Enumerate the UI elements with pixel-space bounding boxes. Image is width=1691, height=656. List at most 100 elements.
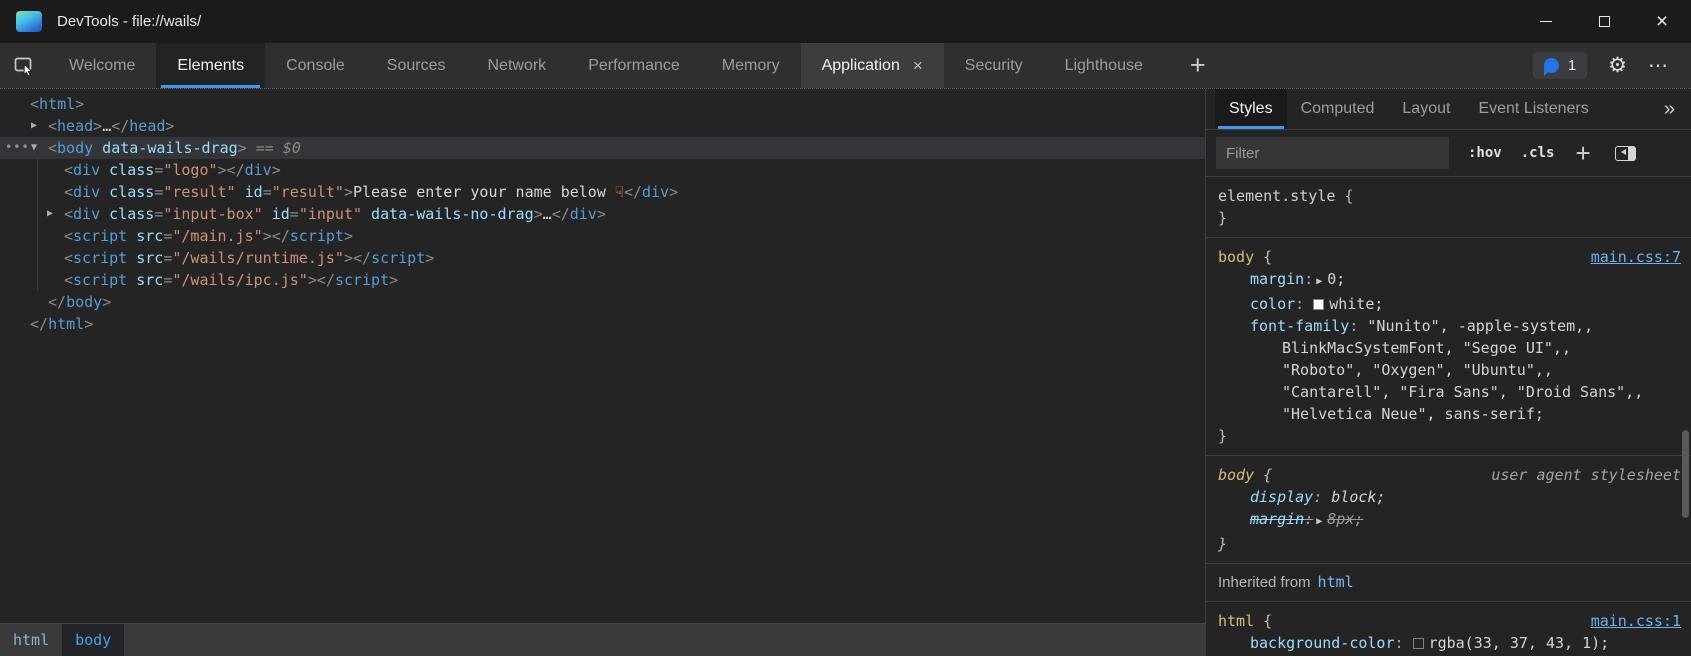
css-property[interactable]: margin:▶8px;: [1218, 508, 1681, 533]
tab-performance[interactable]: Performance: [567, 43, 701, 88]
colon: :: [1295, 295, 1304, 313]
styles-filter-input[interactable]: [1216, 137, 1449, 169]
sidebar-tab-styles[interactable]: Styles: [1215, 89, 1287, 129]
tab-lighthouse[interactable]: Lighthouse: [1044, 43, 1164, 88]
expand-value-arrow-icon[interactable]: ▶: [1316, 276, 1322, 287]
close-button[interactable]: ×: [1633, 0, 1691, 43]
css-selector[interactable]: element.style: [1218, 187, 1335, 205]
stylesheet-link[interactable]: main.css:7: [1591, 246, 1681, 268]
css-property-value-continued: "Helvetica Neue", sans-serif;: [1218, 403, 1681, 425]
css-selector[interactable]: html: [1218, 612, 1254, 630]
chevron-double-right-icon: »: [1664, 98, 1675, 121]
css-property[interactable]: display: block;: [1218, 486, 1681, 508]
more-tools-button[interactable]: +: [1190, 43, 1206, 88]
css-selector[interactable]: body: [1218, 248, 1254, 266]
code-token: body: [66, 293, 102, 311]
code-token: "logo": [163, 161, 217, 179]
tab-label: Security: [965, 57, 1023, 75]
dom-tree-row[interactable]: <div class="logo"></div>: [0, 159, 1205, 181]
sidebar-tab-computed[interactable]: Computed: [1287, 89, 1389, 129]
dom-tree-row[interactable]: </body>: [0, 291, 1205, 313]
tab-memory[interactable]: Memory: [701, 43, 801, 88]
dom-tree-row[interactable]: ▶<div class="input-box" id="input" data-…: [0, 203, 1205, 225]
color-swatch[interactable]: [1413, 638, 1424, 649]
code-token: …: [543, 205, 552, 223]
expand-arrow-icon[interactable]: ▶: [31, 115, 37, 137]
collapse-arrow-icon[interactable]: ▼: [31, 137, 37, 159]
maximize-button[interactable]: [1575, 0, 1633, 43]
css-property[interactable]: font-family: "Nunito", -apple-system,,: [1218, 315, 1681, 337]
issues-counter-button[interactable]: 1: [1533, 52, 1587, 79]
css-property[interactable]: background-color: rgba(33, 37, 43, 1);: [1218, 632, 1681, 654]
more-actions-dots-icon[interactable]: •••: [5, 136, 30, 158]
open-brace: {: [1335, 187, 1353, 205]
stylesheet-link[interactable]: main.css:1: [1591, 610, 1681, 632]
css-property[interactable]: color: white;: [1218, 293, 1681, 315]
toggle-class-button[interactable]: .cls: [1521, 145, 1555, 161]
tab-application[interactable]: Application ×: [801, 43, 944, 88]
scrollbar-thumb[interactable]: [1682, 430, 1689, 518]
code-token: class: [100, 183, 154, 201]
tab-welcome[interactable]: Welcome: [48, 43, 156, 88]
inherited-target-link[interactable]: html: [1318, 573, 1354, 591]
tab-console[interactable]: Console: [265, 43, 366, 88]
tab-sources[interactable]: Sources: [366, 43, 467, 88]
new-style-rule-button[interactable]: +: [1575, 140, 1590, 166]
breadcrumb-body[interactable]: body: [62, 624, 124, 656]
toggle-hover-state-button[interactable]: :hov: [1468, 145, 1502, 161]
dom-tree-row[interactable]: •••▼<body data-wails-drag> == $0: [0, 137, 1205, 159]
expand-arrow-icon[interactable]: ▶: [47, 203, 53, 225]
code-token: </: [272, 227, 290, 245]
sidebar-tab-event-listeners[interactable]: Event Listeners: [1464, 89, 1602, 129]
tab-network[interactable]: Network: [467, 43, 568, 88]
dom-tree-row[interactable]: <div class="result" id="result">Please e…: [0, 181, 1205, 203]
css-property-value: rgba(33, 37, 43, 1);: [1429, 634, 1610, 652]
code-token: <: [48, 139, 57, 157]
dom-tree-row[interactable]: <script src="/wails/runtime.js"></script…: [0, 247, 1205, 269]
devtools-logo-icon: [16, 11, 42, 32]
colon: :: [1313, 488, 1322, 506]
dom-tree-row[interactable]: </html>: [0, 313, 1205, 335]
colon: :: [1304, 510, 1313, 528]
code-token: <: [64, 227, 73, 245]
minimize-button[interactable]: [1517, 0, 1575, 43]
tab-elements[interactable]: Elements: [156, 43, 265, 88]
css-property-value: "Roboto", "Oxygen", "Ubuntu",,: [1282, 361, 1553, 379]
css-property-value: "Cantarell", "Fira Sans", "Droid Sans",,: [1282, 383, 1643, 401]
css-selector[interactable]: body: [1218, 466, 1254, 484]
dock-sidebar-icon[interactable]: [1615, 146, 1636, 161]
indent-guide: [37, 247, 38, 269]
code-token: div: [570, 205, 597, 223]
dom-tree-row[interactable]: <script src="/wails/ipc.js"></script>: [0, 269, 1205, 291]
dom-tree-row[interactable]: <html>: [0, 93, 1205, 115]
inspect-element-button[interactable]: [0, 43, 48, 88]
tab-security[interactable]: Security: [944, 43, 1044, 88]
code-token: ☟: [615, 183, 624, 201]
sidebar-tab-layout[interactable]: Layout: [1388, 89, 1464, 129]
expand-value-arrow-icon[interactable]: ▶: [1316, 516, 1322, 527]
code-token: head: [129, 117, 165, 135]
code-token: == $0: [247, 139, 301, 157]
css-property-value: white;: [1329, 295, 1383, 313]
settings-button[interactable]: ⚙: [1608, 55, 1627, 76]
code-token: <: [64, 249, 73, 267]
tab-label: Application: [822, 57, 900, 75]
code-token: <: [64, 205, 73, 223]
code-token: src: [127, 227, 163, 245]
breadcrumb-html[interactable]: html: [0, 624, 62, 656]
sidebar-tabs-overflow-button[interactable]: »: [1664, 89, 1691, 129]
devtools-toolbar: WelcomeElementsConsoleSourcesNetwork Perf…: [0, 43, 1691, 88]
close-tab-icon[interactable]: ×: [913, 57, 923, 74]
code-token: =: [290, 205, 299, 223]
css-property[interactable]: margin:▶0;: [1218, 268, 1681, 293]
code-token: html: [48, 315, 84, 333]
ellipsis-icon: ⋯: [1648, 55, 1669, 77]
color-swatch[interactable]: [1313, 299, 1324, 310]
dom-tree-row[interactable]: <script src="/main.js"></script>: [0, 225, 1205, 247]
tab-label: Performance: [588, 57, 680, 75]
dom-tree-row[interactable]: ▶<head>…</head>: [0, 115, 1205, 137]
customize-menu-button[interactable]: ⋯: [1648, 56, 1669, 76]
code-token: <: [64, 161, 73, 179]
open-brace: {: [1254, 612, 1272, 630]
code-token: src: [127, 249, 163, 267]
